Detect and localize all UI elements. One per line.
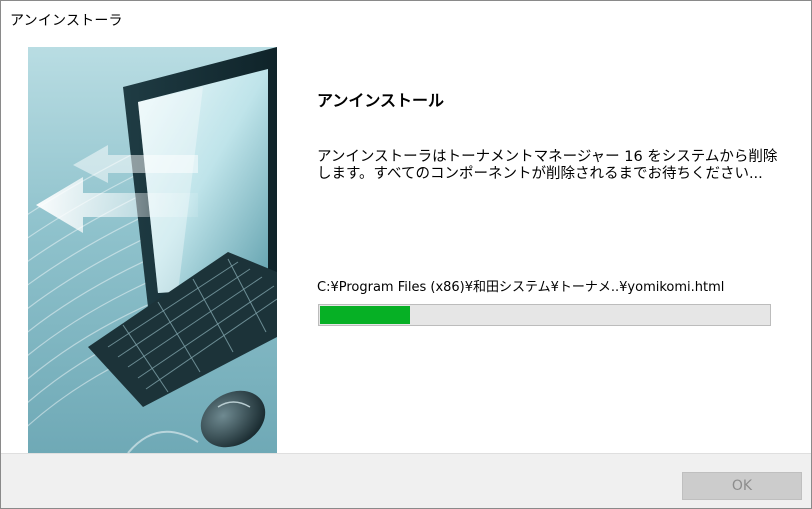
window-title: アンインストーラ [10,13,123,29]
progress-bar [318,304,771,326]
progress-fill [320,306,410,324]
ok-button[interactable]: OK [682,472,802,500]
banner-image [28,47,277,453]
content-panel: アンインストール アンインストーラはトーナメントマネージャー 16 をシステムか… [277,47,811,453]
current-file-path: C:¥Program Files (x86)¥和田システム¥トーナメ..¥yom… [317,280,725,295]
description-text: アンインストーラはトーナメントマネージャー 16 をシステムから削除します。すべ… [317,149,778,182]
title-bar[interactable]: アンインストーラ [1,1,811,35]
page-heading: アンインストール [317,91,445,110]
footer-bar: OK [1,453,811,508]
uninstaller-window: アンインストーラ アンインストール アンインストーラはトーナメントマネージャー … [0,0,812,509]
computer-uninstall-illustration [28,47,277,453]
